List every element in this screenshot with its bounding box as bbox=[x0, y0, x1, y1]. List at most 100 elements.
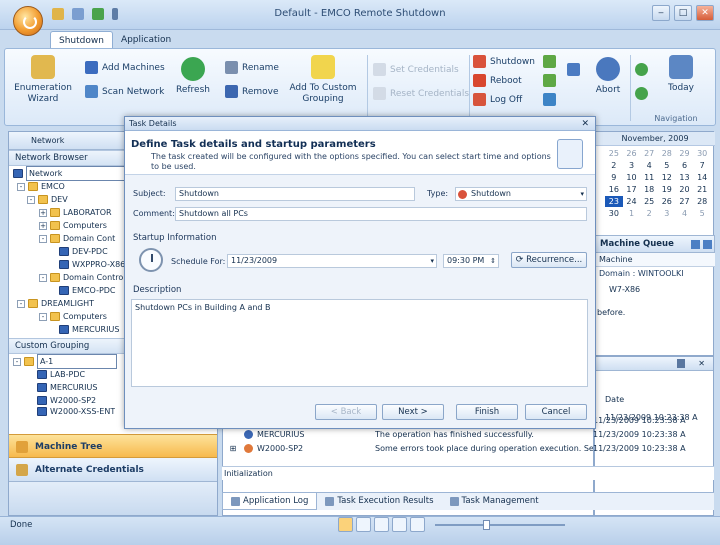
tree-node[interactable]: MERCURIUS bbox=[59, 323, 119, 336]
chevron-down-icon[interactable]: ▾ bbox=[430, 255, 434, 267]
zoom-slider-thumb[interactable] bbox=[483, 520, 490, 530]
calendar-day[interactable]: 26 bbox=[623, 148, 641, 159]
close-button[interactable]: ✕ bbox=[696, 5, 714, 21]
tree-node[interactable]: W2000-XSS-ENT bbox=[37, 407, 115, 416]
schedule-time-field[interactable]: 09:30 PM ⇕ bbox=[443, 254, 499, 268]
calendar-day[interactable]: 5 bbox=[693, 208, 711, 219]
machine-queue-item[interactable]: W7-X86 bbox=[609, 285, 640, 294]
calendar-day[interactable]: 6 bbox=[676, 160, 694, 171]
tree-node[interactable]: Network bbox=[13, 166, 136, 181]
calendar-day[interactable]: 30 bbox=[693, 148, 711, 159]
calendar-day[interactable]: 18 bbox=[640, 184, 658, 195]
collapse-icon[interactable]: - bbox=[13, 357, 21, 366]
reboot-button[interactable]: Reboot bbox=[473, 74, 522, 87]
calendar-day[interactable]: 29 bbox=[676, 148, 694, 159]
view-zoom-icon[interactable] bbox=[410, 517, 425, 532]
next-button[interactable]: Next > bbox=[382, 404, 444, 420]
maximize-button[interactable]: □ bbox=[674, 5, 692, 21]
tree-node[interactable]: EMCO-PDC bbox=[59, 284, 116, 297]
add-to-custom-grouping-button[interactable]: Add To Custom Grouping bbox=[287, 55, 359, 105]
calendar-day[interactable]: 4 bbox=[676, 208, 694, 219]
collapse-icon[interactable]: - bbox=[39, 312, 47, 321]
remove-button[interactable]: Remove bbox=[225, 85, 279, 98]
type-select[interactable]: Shutdown ▾ bbox=[455, 187, 587, 201]
today-button[interactable]: Today bbox=[661, 55, 701, 94]
calendar-day[interactable]: 13 bbox=[676, 172, 694, 183]
calendar-day[interactable]: 19 bbox=[658, 184, 676, 195]
calendar-day[interactable]: 11 bbox=[640, 172, 658, 183]
calendar-day[interactable]: 1 bbox=[623, 208, 641, 219]
calendar-day[interactable]: 3 bbox=[623, 160, 641, 171]
calendar-day[interactable]: 25 bbox=[605, 148, 623, 159]
standby-button[interactable] bbox=[543, 74, 556, 87]
calendar-day[interactable]: 20 bbox=[676, 184, 694, 195]
tab-task-management[interactable]: Task Management bbox=[442, 493, 547, 510]
calendar-day[interactable]: 21 bbox=[693, 184, 711, 195]
calendar-day[interactable]: 2 bbox=[605, 160, 623, 171]
add-machines-button[interactable]: Add Machines bbox=[85, 61, 165, 74]
calendar-day[interactable]: 25 bbox=[640, 196, 658, 207]
collapse-icon[interactable]: - bbox=[17, 299, 25, 308]
nav-forward-button[interactable] bbox=[635, 87, 648, 100]
calendar-day[interactable]: 28 bbox=[658, 148, 676, 159]
calendar-day[interactable]: 5 bbox=[658, 160, 676, 171]
log-row[interactable]: MERCURIUS The operation has finished succ… bbox=[222, 428, 714, 441]
reset-credentials-button[interactable]: Reset Credentials bbox=[373, 87, 469, 100]
tree-node[interactable]: - Domain Controlle bbox=[39, 271, 133, 284]
calendar-day[interactable]: 30 bbox=[605, 208, 623, 219]
expand-icon[interactable]: + bbox=[39, 208, 47, 217]
calendar-day[interactable]: 4 bbox=[640, 160, 658, 171]
calendar-day[interactable]: 23 bbox=[605, 196, 623, 207]
calendar-day[interactable]: 10 bbox=[623, 172, 641, 183]
tab-application-log[interactable]: Application Log bbox=[222, 493, 318, 510]
collapse-icon[interactable]: - bbox=[39, 234, 47, 243]
recurrence-button[interactable]: ⟳ Recurrence... bbox=[511, 252, 587, 268]
tree-node[interactable]: - Computers bbox=[39, 310, 107, 323]
tree-node[interactable]: - DREAMLIGHT bbox=[17, 297, 94, 310]
nav-machine-tree[interactable]: Machine Tree bbox=[9, 434, 217, 458]
lock-button[interactable] bbox=[543, 93, 556, 106]
date-column-header[interactable]: Date bbox=[605, 395, 624, 404]
view-details-icon[interactable] bbox=[374, 517, 389, 532]
expand-icon[interactable]: + bbox=[39, 221, 47, 230]
description-textarea[interactable]: Shutdown PCs in Building A and B bbox=[131, 299, 588, 387]
tree-node[interactable]: W2000-SP2 bbox=[37, 394, 96, 407]
tree-node[interactable]: - DEV bbox=[27, 193, 68, 206]
calendar-day[interactable]: 14 bbox=[693, 172, 711, 183]
queue-tool-icon[interactable] bbox=[691, 240, 700, 249]
scan-network-button[interactable]: Scan Network bbox=[85, 85, 164, 98]
queue-tool-icon[interactable] bbox=[703, 240, 712, 249]
tree-node[interactable]: - Domain Cont bbox=[39, 232, 115, 245]
collapse-icon[interactable]: - bbox=[17, 182, 25, 191]
tab-shutdown[interactable]: Shutdown bbox=[50, 31, 113, 49]
collapse-icon[interactable]: - bbox=[27, 195, 35, 204]
tree-node[interactable]: - A-1 bbox=[13, 354, 117, 369]
back-button[interactable]: < Back bbox=[315, 404, 377, 420]
close-panel-icon[interactable]: ✕ bbox=[698, 359, 705, 368]
abort-button[interactable]: Abort bbox=[593, 57, 623, 96]
tree-node[interactable]: + Computers bbox=[39, 219, 107, 232]
pin-icon[interactable] bbox=[677, 359, 685, 368]
power-off-button[interactable] bbox=[567, 63, 580, 76]
tree-node[interactable]: WXPPRO-X86 bbox=[59, 258, 125, 271]
minimize-button[interactable]: ‒ bbox=[652, 5, 670, 21]
calendar-day[interactable]: 17 bbox=[623, 184, 641, 195]
expand-icon[interactable]: ⊞ bbox=[222, 444, 244, 453]
tree-node[interactable]: - EMCO bbox=[17, 180, 65, 193]
tab-task-execution-results[interactable]: Task Execution Results bbox=[317, 493, 441, 510]
machine-column-header[interactable]: Machine bbox=[595, 253, 715, 267]
calendar-day[interactable]: 28 bbox=[693, 196, 711, 207]
nav-back-button[interactable] bbox=[635, 63, 648, 76]
tree-node[interactable]: LAB-PDC bbox=[37, 368, 85, 381]
tree-node[interactable]: DEV-PDC bbox=[59, 245, 108, 258]
finish-button[interactable]: Finish bbox=[456, 404, 518, 420]
dialog-close-button[interactable]: ✕ bbox=[581, 117, 589, 131]
cancel-button[interactable]: Cancel bbox=[525, 404, 587, 420]
zoom-slider[interactable] bbox=[435, 520, 565, 530]
log-row[interactable]: ⊞ W2000-SP2 Some errors took place during … bbox=[222, 442, 714, 455]
time-spinner-icon[interactable]: ⇕ bbox=[490, 255, 496, 267]
calendar-day[interactable]: 12 bbox=[658, 172, 676, 183]
calendar-day[interactable]: 16 bbox=[605, 184, 623, 195]
tree-node[interactable]: + LABORATOR bbox=[39, 206, 112, 219]
comment-field[interactable]: Shutdown all PCs bbox=[175, 207, 587, 221]
